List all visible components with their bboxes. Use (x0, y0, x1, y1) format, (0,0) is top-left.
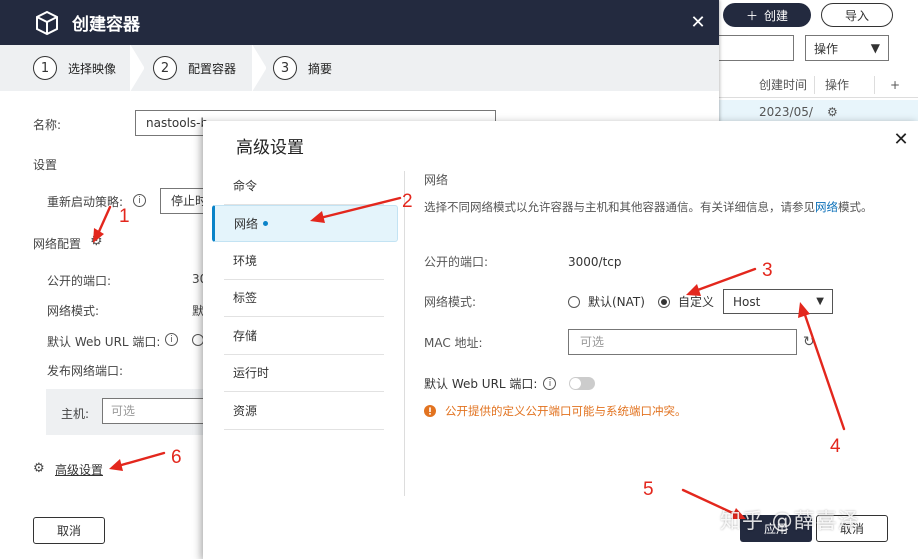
nav-item-resources[interactable]: 资源 (224, 392, 384, 430)
warning-icon (424, 405, 436, 417)
nav-item-storage[interactable]: 存储 (224, 317, 384, 355)
web-url-label: 默认 Web URL 端口: (424, 377, 538, 391)
public-port-row: 公开的端口: 3000/tcp (424, 253, 622, 270)
divider (404, 171, 405, 496)
active-dot-icon (263, 220, 269, 226)
network-mode-label: 网络模式: (47, 304, 100, 318)
row-gear-icon[interactable]: ⚙ (815, 105, 875, 119)
list-toolbar: ＋ 创建 导入 (720, 0, 918, 30)
create-button[interactable]: ＋ 创建 (723, 3, 811, 27)
annotation-number-5: 5 (643, 479, 654, 500)
annotation-number-1: 1 (119, 206, 130, 227)
watermark: 知乎 @薛喜泽 (720, 509, 860, 533)
host-input[interactable]: 可选 (102, 398, 212, 424)
advanced-settings-link[interactable]: 高级设置 (55, 461, 103, 478)
nav-item-command[interactable]: 命令 (224, 167, 384, 205)
annotation-number-4: 4 (830, 436, 841, 457)
plus-icon: ＋ (745, 8, 758, 23)
annotation-number-2: 2 (402, 191, 413, 212)
dialog-title: 创建容器 (72, 15, 140, 35)
step-summary[interactable]: 3 摘要 (240, 45, 360, 91)
cube-icon (36, 10, 58, 35)
annotation-number-6: 6 (171, 447, 182, 468)
mode-default-label[interactable]: 默认(NAT) (588, 293, 645, 310)
mode-custom-label[interactable]: 自定义 (678, 293, 714, 310)
add-column-icon[interactable]: + (875, 78, 915, 92)
caret-down-icon: ▼ (816, 296, 824, 307)
import-button[interactable]: 导入 (821, 3, 893, 27)
web-url-port-label: 默认 Web URL 端口: (47, 335, 161, 349)
mode-default-radio[interactable] (568, 295, 580, 308)
network-doc-link[interactable]: 网络 (815, 200, 838, 214)
public-port-label: 公开的端口: (424, 255, 489, 269)
publish-port-label: 发布网络端口: (47, 364, 124, 378)
web-url-row: 默认 Web URL 端口: i (424, 375, 596, 392)
network-mode-select[interactable]: Host ▼ (722, 289, 833, 314)
column-header-created[interactable]: 创建时间 (719, 75, 815, 94)
network-heading: 网络 (424, 173, 449, 187)
close-icon[interactable]: ✕ (688, 12, 708, 33)
column-header-actions: 操作 (815, 75, 875, 94)
mac-row: MAC 地址: 可选 ↻ (424, 329, 815, 355)
host-label: 主机: (61, 407, 90, 421)
table-header: 创建时间 操作 + (719, 72, 918, 98)
name-label: 名称: (33, 118, 62, 132)
step-select-image[interactable]: 1 选择映像 (0, 45, 120, 91)
row-created-time: 2023/05/ (759, 105, 813, 119)
network-gear-icon[interactable]: ⚙ (90, 233, 103, 249)
restart-policy-label: 重新启动策略: (47, 195, 124, 209)
list-search-input[interactable] (715, 35, 794, 61)
nav-item-environment[interactable]: 环境 (224, 242, 384, 280)
web-url-toggle[interactable] (569, 377, 596, 390)
mode-custom-radio[interactable] (657, 295, 670, 308)
port-warning: 公开提供的定义公开端口可能与系统端口冲突。 (424, 403, 687, 419)
network-mode-label: 网络模式: (424, 295, 477, 309)
advanced-gear-icon[interactable]: ⚙ (33, 461, 45, 476)
network-description: 选择不同网络模式以允许容器与主机和其他容器通信。有关详细信息，请参见网络模式。 (424, 200, 873, 214)
advanced-dialog-title: 高级设置 (236, 138, 304, 158)
network-mode-row: 网络模式: 默认(NAT) 自定义 Host ▼ (424, 289, 833, 314)
nav-item-labels[interactable]: 标签 (224, 280, 384, 317)
public-port-label: 公开的端口: (47, 274, 112, 288)
info-icon[interactable]: i (133, 194, 146, 207)
step-indicator: 1 选择映像 2 配置容器 3 摘要 (0, 45, 719, 91)
advanced-nav: 命令 网络 环境 标签 存储 运行时 资源 (212, 167, 398, 430)
dialog-header: 创建容器 (0, 0, 719, 45)
caret-down-icon: ▼ (870, 41, 880, 55)
settings-heading: 设置 (33, 158, 58, 172)
info-icon[interactable]: i (543, 377, 557, 390)
annotation-number-3: 3 (762, 260, 773, 281)
mac-label: MAC 地址: (424, 335, 483, 350)
step-configure-container[interactable]: 2 配置容器 (120, 45, 240, 91)
cancel-button[interactable]: 取消 (33, 517, 105, 544)
mac-input[interactable]: 可选 (568, 329, 797, 355)
info-icon[interactable]: i (165, 333, 178, 346)
advanced-settings-dialog: 高级设置 ✕ 命令 网络 环境 标签 存储 运行时 资源 网络 选择不同网络模式… (203, 121, 918, 559)
network-config-label: 网络配置 (33, 237, 82, 251)
nav-item-runtime[interactable]: 运行时 (224, 355, 384, 392)
public-port-value: 3000/tcp (568, 254, 622, 269)
network-section: 网络 选择不同网络模式以允许容器与主机和其他容器通信。有关详细信息，请参见网络模… (424, 171, 894, 216)
close-icon[interactable]: ✕ (891, 129, 911, 150)
refresh-icon[interactable]: ↻ (803, 334, 815, 350)
nav-item-network[interactable]: 网络 (212, 204, 398, 242)
operation-select[interactable]: 操作 ▼ (805, 35, 889, 61)
